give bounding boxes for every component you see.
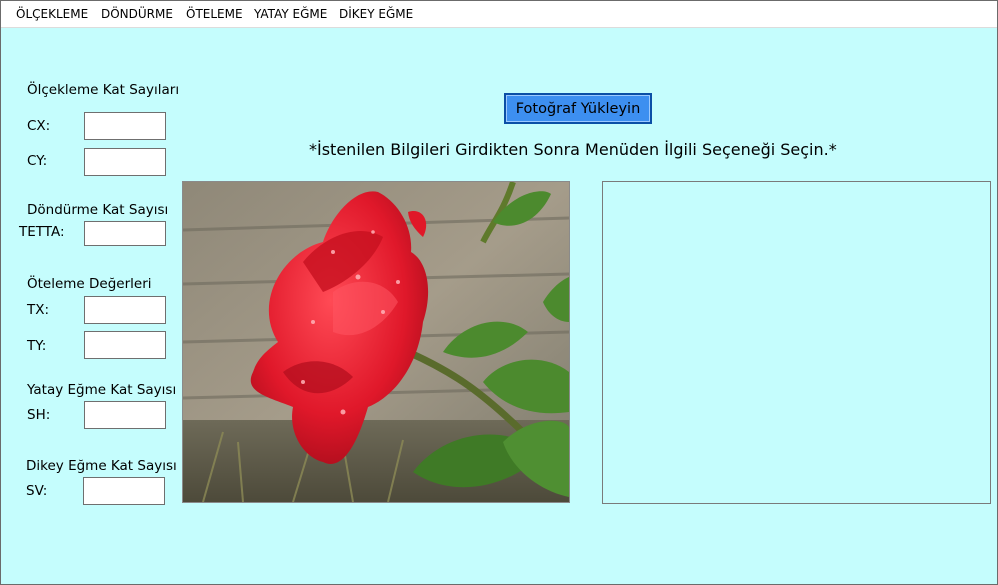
horizontal-shear-title: Yatay Eğme Kat Sayısı bbox=[27, 382, 177, 398]
cx-input[interactable] bbox=[84, 112, 166, 140]
source-image-box bbox=[182, 181, 570, 503]
tetta-input[interactable] bbox=[84, 221, 166, 246]
result-image-box bbox=[602, 181, 991, 504]
sh-label: SH: bbox=[27, 407, 51, 423]
menu-item-scale[interactable]: ÖLÇEKLEME bbox=[16, 7, 88, 21]
ty-label: TY: bbox=[27, 338, 47, 354]
vertical-shear-title: Dikey Eğme Kat Sayısı bbox=[26, 458, 177, 474]
cx-label: CX: bbox=[27, 118, 51, 134]
tetta-label: TETTA: bbox=[19, 224, 65, 240]
translate-title: Öteleme Değerleri bbox=[27, 276, 152, 292]
upload-photo-button[interactable]: Fotoğraf Yükleyin bbox=[504, 93, 652, 124]
tx-input[interactable] bbox=[84, 296, 166, 324]
app-window: ÖLÇEKLEME DÖNDÜRME ÖTELEME YATAY EĞME Dİ… bbox=[0, 0, 998, 585]
ty-input[interactable] bbox=[84, 331, 166, 359]
menu-item-translate[interactable]: ÖTELEME bbox=[186, 7, 243, 21]
sh-input[interactable] bbox=[84, 401, 166, 429]
rotate-title: Döndürme Kat Sayısı bbox=[27, 202, 169, 218]
sv-label: SV: bbox=[26, 483, 48, 499]
menu-item-vertical-shear[interactable]: DİKEY EĞME bbox=[339, 7, 413, 21]
tx-label: TX: bbox=[27, 302, 50, 318]
sv-input[interactable] bbox=[83, 477, 165, 505]
cy-label: CY: bbox=[27, 153, 48, 169]
cy-input[interactable] bbox=[84, 148, 166, 176]
menu-item-rotate[interactable]: DÖNDÜRME bbox=[101, 7, 173, 21]
instruction-text: *İstenilen Bilgileri Girdikten Sonra Men… bbox=[309, 140, 837, 159]
menu-bar: ÖLÇEKLEME DÖNDÜRME ÖTELEME YATAY EĞME Dİ… bbox=[1, 1, 997, 28]
scale-title: Ölçekleme Kat Sayıları bbox=[27, 82, 180, 98]
rose-photo bbox=[183, 182, 569, 502]
menu-item-horizontal-shear[interactable]: YATAY EĞME bbox=[254, 7, 327, 21]
